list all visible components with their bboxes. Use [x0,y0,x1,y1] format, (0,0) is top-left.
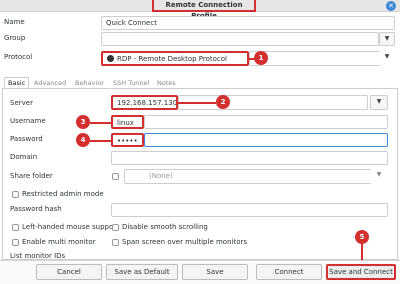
rdp-protocol-icon [107,55,114,62]
password-input-extension[interactable] [144,133,388,147]
server-input[interactable]: 192.168.157.130 [111,95,178,110]
restricted-admin-checkbox[interactable] [12,191,19,198]
multi-monitor-label: Enable multi monitor [22,238,96,246]
save-and-connect-button[interactable]: Save and Connect [326,264,396,280]
restricted-admin-label: Restricted admin mode [22,190,104,198]
domain-label: Domain [10,153,38,161]
protocol-value: RDP - Remote Desktop Protocol [117,55,227,63]
span-screen-label: Span screen over multiple monitors [122,238,248,246]
chevron-down-icon[interactable]: ▼ [379,32,395,46]
server-label: Server [10,99,33,107]
chevron-down-icon[interactable]: ▼ [379,51,395,66]
password-hash-label: Password hash [10,205,62,213]
password-hash-input[interactable] [111,203,388,217]
callout-line [90,140,111,142]
callout-line [90,122,111,124]
cancel-button[interactable]: Cancel [36,264,102,280]
username-input[interactable]: linux [111,115,144,129]
close-icon[interactable]: ✕ [386,1,396,11]
password-input[interactable]: ••••• [111,133,144,147]
callout-badge: 5 [355,230,369,244]
callout-badge: 4 [76,133,90,147]
span-screen-checkbox[interactable] [112,239,119,246]
name-input[interactable]: Quick Connect [101,16,395,30]
group-input[interactable] [101,32,379,46]
connect-button[interactable]: Connect [256,264,322,280]
share-folder-label: Share folder [10,172,53,180]
name-label: Name [4,18,25,26]
protocol-label: Protocol [4,53,33,61]
group-label: Group [4,34,26,42]
username-label: Username [10,117,46,125]
callout-line [178,102,216,104]
disable-smooth-checkbox[interactable] [112,224,119,231]
share-folder-value: (None) [149,172,173,180]
share-folder-checkbox[interactable] [112,173,119,180]
save-button[interactable]: Save [182,264,248,280]
left-handed-label: Left-handed mouse support [22,223,119,231]
callout-badge: 3 [76,115,90,129]
share-folder-select[interactable]: (None) [124,169,388,184]
password-label: Password [10,135,43,143]
protocol-select-extension[interactable] [249,51,395,66]
list-monitor-label: List monitor IDs [10,252,66,260]
window-title: Remote Connection Profile [152,0,256,20]
callout-badge: 1 [254,51,268,65]
callout-badge: 2 [216,95,230,109]
chevron-down-icon[interactable]: ▼ [370,169,388,184]
chevron-down-icon[interactable]: ▼ [370,95,388,110]
disable-smooth-label: Disable smooth scrolling [122,223,208,231]
save-as-default-button[interactable]: Save as Default [106,264,178,280]
username-input-extension[interactable] [144,115,388,129]
protocol-select[interactable]: RDP - Remote Desktop Protocol [101,51,249,66]
left-handed-checkbox[interactable] [12,224,19,231]
domain-input[interactable] [111,151,388,165]
multi-monitor-checkbox[interactable] [12,239,19,246]
